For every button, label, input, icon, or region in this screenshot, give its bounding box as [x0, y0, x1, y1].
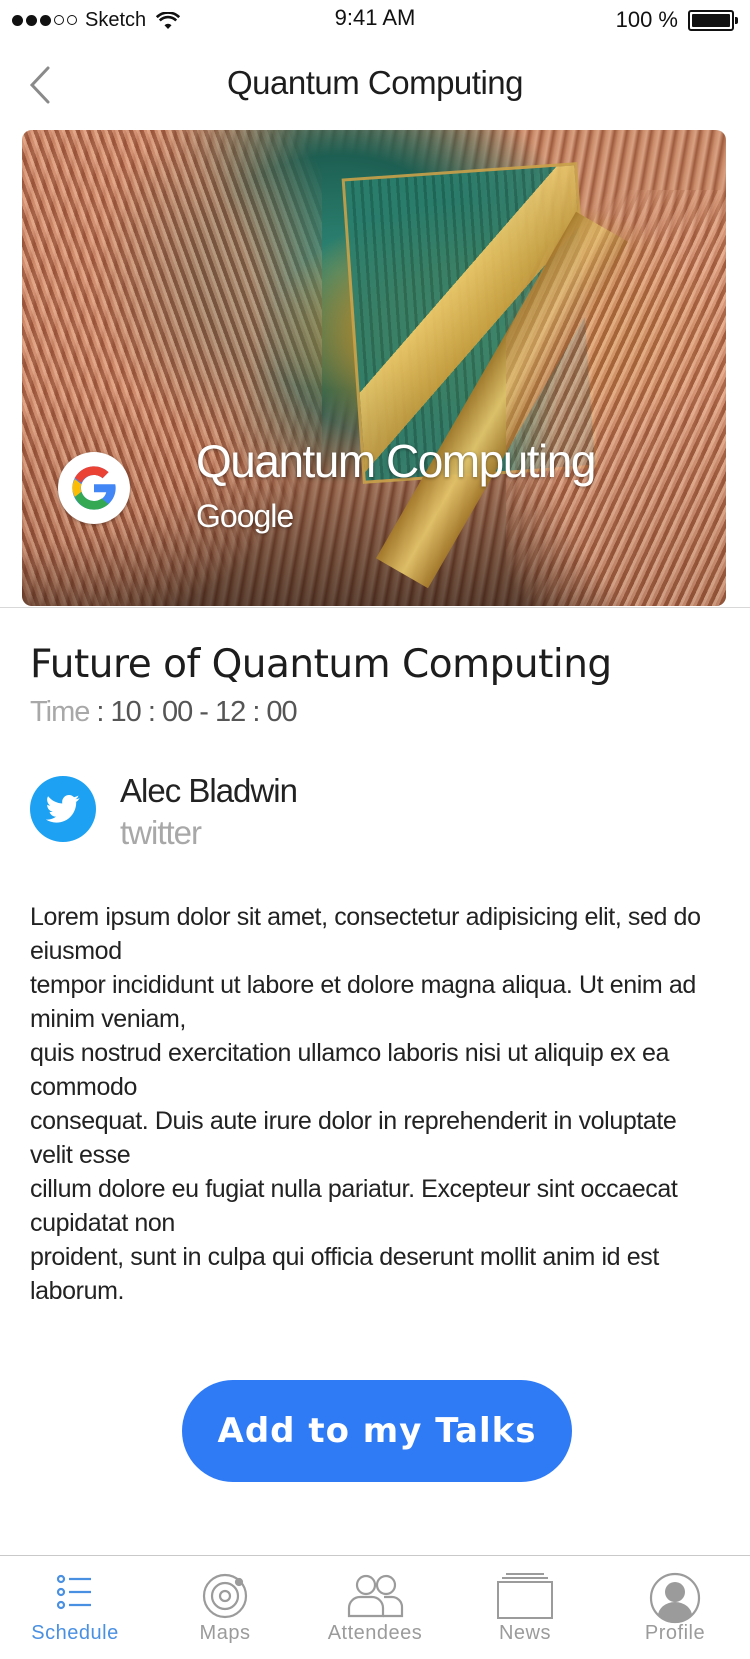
tab-label: Schedule: [31, 1622, 119, 1644]
hero-subtitle: Google: [196, 498, 294, 534]
page-title: Quantum Computing: [227, 64, 524, 101]
talk-time: Time : 10 : 00 - 12 : 00: [30, 696, 298, 729]
time-value: 10 : 00 - 12 : 00: [110, 696, 298, 728]
tab-label: Maps: [199, 1622, 251, 1644]
battery-icon: [688, 9, 738, 31]
battery-percent: 100 %: [615, 7, 678, 32]
description-line: consequat. Duis aute irure dolor in repr…: [30, 1107, 677, 1169]
divider: [0, 607, 750, 608]
news-icon: [497, 1573, 553, 1619]
tab-profile[interactable]: Profile: [600, 1556, 750, 1659]
description-line: cillum dolore eu fugiat nulla pariatur. …: [30, 1175, 678, 1237]
speaker-source: twitter: [120, 814, 202, 851]
tab-schedule[interactable]: Schedule: [0, 1556, 150, 1659]
tab-label: Profile: [644, 1622, 706, 1644]
tab-attendees[interactable]: Attendees: [300, 1556, 450, 1659]
description-line: proident, sunt in culpa qui officia dese…: [30, 1243, 659, 1305]
speaker-name: Alec Bladwin: [120, 772, 298, 809]
add-to-my-talks-button[interactable]: Add to my Talks: [182, 1380, 572, 1482]
profile-icon: [649, 1572, 701, 1624]
twitter-icon[interactable]: [30, 776, 96, 842]
nav-bar: Quantum Computing: [0, 50, 750, 122]
tab-maps[interactable]: Maps: [150, 1556, 300, 1659]
description-line: quis nostrud exercitation ullamco labori…: [30, 1039, 670, 1101]
time-separator: :: [89, 696, 111, 728]
hero-title: Quantum Computing: [196, 435, 596, 487]
talk-title: Future of Quantum Computing: [30, 642, 612, 687]
description-line: tempor incididunt ut labore et dolore ma…: [30, 971, 696, 1033]
hero-photo-cables: [506, 190, 726, 606]
google-logo-icon: [58, 452, 130, 524]
battery-status: 100 %: [615, 7, 738, 33]
hero-image: Quantum Computing Google: [22, 130, 726, 606]
talk-description: Lorem ipsum dolor sit amet, consectetur …: [30, 900, 720, 1308]
attendees-icon: [347, 1574, 404, 1618]
tab-news[interactable]: News: [450, 1556, 600, 1659]
tab-bar: Schedule Maps Attendees News Profile: [0, 1555, 750, 1659]
status-bar: Sketch 9:41 AM 100 %: [0, 0, 750, 40]
tab-label: Attendees: [327, 1622, 423, 1644]
maps-icon: [202, 1573, 248, 1619]
description-line: Lorem ipsum dolor sit amet, consectetur …: [30, 903, 701, 965]
tab-label: News: [498, 1622, 551, 1644]
time-label: Time: [30, 696, 90, 728]
schedule-icon: [56, 1574, 91, 1610]
